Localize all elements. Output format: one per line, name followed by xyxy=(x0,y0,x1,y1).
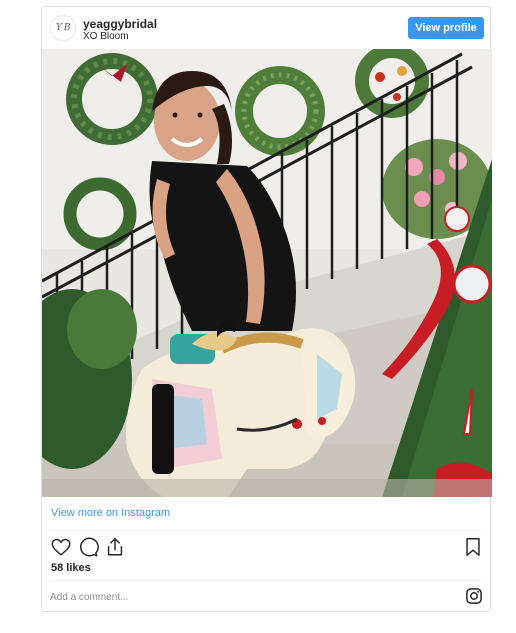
instagram-embed-card: Y B yeaggybridal XO Bloom View profile V… xyxy=(41,6,492,612)
divider xyxy=(50,580,482,581)
instagram-logo-icon[interactable] xyxy=(465,587,483,605)
comment-bubble-icon[interactable] xyxy=(77,536,99,558)
view-more-link[interactable]: View more on Instagram xyxy=(51,507,170,519)
view-profile-button[interactable]: View profile xyxy=(408,17,484,39)
action-bar xyxy=(50,536,484,560)
post-header: Y B yeaggybridal XO Bloom View profile xyxy=(42,7,490,49)
post-photo-image xyxy=(42,49,492,497)
avatar-monogram: Y B xyxy=(56,23,70,33)
comment-input[interactable] xyxy=(50,587,450,607)
post-photo[interactable] xyxy=(42,49,492,497)
avatar[interactable]: Y B xyxy=(50,15,76,41)
heart-icon[interactable] xyxy=(50,536,72,558)
location-label[interactable]: XO Bloom xyxy=(83,31,129,42)
divider xyxy=(50,530,482,531)
likes-count[interactable]: 58 likes xyxy=(51,562,91,574)
username[interactable]: yeaggybridal xyxy=(83,17,157,31)
share-upload-icon[interactable] xyxy=(104,536,126,558)
bookmark-icon[interactable] xyxy=(462,536,484,558)
